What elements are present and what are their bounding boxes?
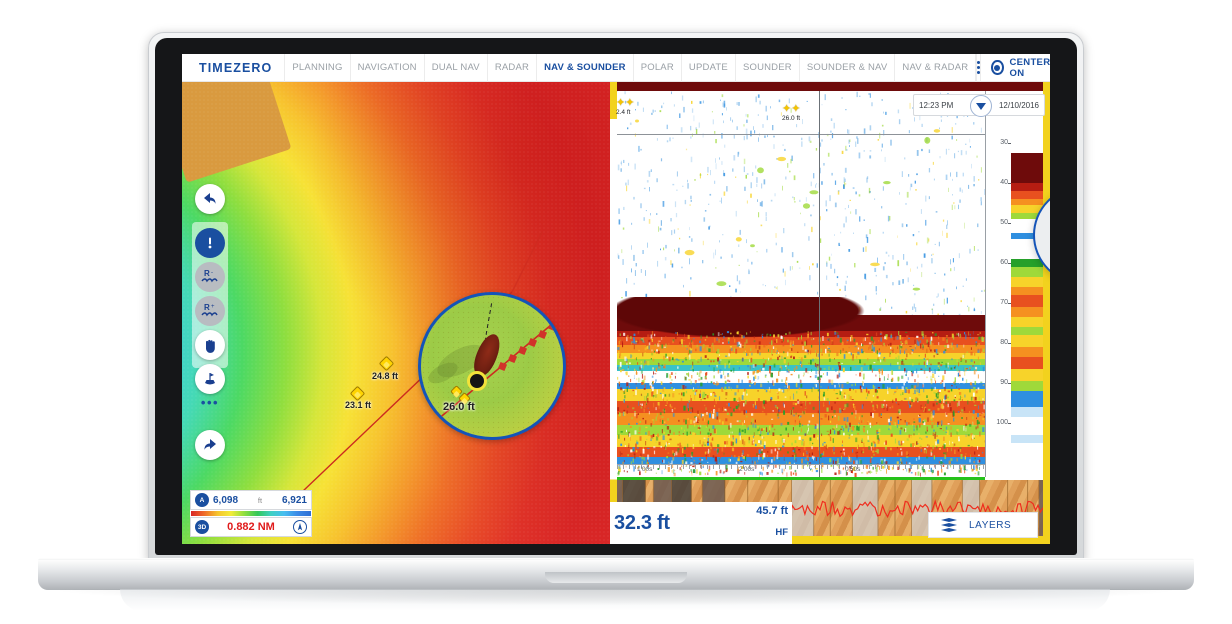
alert-button[interactable] — [195, 228, 225, 258]
depth-tick-50: 50 — [1000, 219, 1011, 226]
sounder-left-border — [610, 82, 617, 544]
center-on-button[interactable]: CENTER ON — [980, 54, 1050, 82]
tab-nav-and-radar[interactable]: NAV & RADAR — [894, 54, 975, 82]
heading-dashes — [497, 321, 558, 372]
app-brand: TIMEZERO — [199, 60, 273, 75]
waypoint-label-2: 24.8 ft — [372, 371, 399, 381]
time-tick-3: 0'50s — [845, 466, 861, 473]
chevron-down-icon[interactable] — [970, 95, 992, 117]
depth-tick-100: 100 — [996, 419, 1011, 426]
sounder-top-border — [610, 82, 1050, 91]
sounder-time-axis: 1'00s 2'00s 0'50s — [617, 464, 985, 477]
app-screen: TIMEZERO PLANNING NAVIGATION DUAL NAV RA… — [182, 54, 1050, 544]
range-icon: A — [195, 493, 209, 507]
laptop-base-notch — [545, 572, 687, 583]
sounder-time: 12:23 PM — [919, 100, 954, 110]
tab-sounder-and-nav[interactable]: SOUNDER & NAV — [798, 54, 895, 82]
main-depth-value: 32.3 ft — [614, 511, 670, 534]
time-tick-2: 2'00s — [739, 466, 755, 473]
tab-navigation[interactable]: NAVIGATION — [349, 54, 424, 82]
radar-minus-icon: R - — [201, 269, 218, 283]
depth-tick-30: 30 — [1000, 139, 1011, 146]
radar-minus-button[interactable]: R - — [195, 262, 225, 292]
back-arrow-button[interactable] — [195, 184, 225, 214]
target-icon — [991, 60, 1004, 75]
tab-radar[interactable]: RADAR — [486, 54, 536, 82]
svg-text:R: R — [204, 303, 210, 312]
fish-mark[interactable]: ✦✦ 2.4 ft — [616, 97, 635, 117]
waypoint-label-3: 26.0 ft — [443, 401, 475, 413]
more-dots-icon[interactable]: ••• — [195, 396, 225, 410]
buoy-icon — [205, 373, 215, 385]
fish-depth-label: 2.4 ft — [616, 109, 631, 116]
map-magnifier-circle[interactable]: 26.0 ft — [418, 292, 566, 440]
layers-stack-icon — [941, 518, 957, 532]
depth-tick-90: 90 — [1000, 379, 1011, 386]
depth-tick-40: 40 — [1000, 179, 1011, 186]
hand-icon — [206, 339, 215, 353]
fish-depth-label: 26.0 ft — [782, 115, 801, 122]
sounder-depth-scale: 20 30 40 50 60 70 80 90 100 — [985, 91, 1011, 477]
tab-polar[interactable]: POLAR — [632, 54, 681, 82]
3d-mode-icon: 3D — [195, 520, 209, 534]
layers-label: LAYERS — [969, 519, 1012, 531]
compass-needle-icon — [297, 523, 303, 531]
radar-plus-icon: R + — [201, 303, 218, 317]
tab-planning[interactable]: PLANNING — [284, 54, 349, 82]
frequency-label: HF — [775, 527, 788, 538]
tab-nav-and-sounder[interactable]: NAV & SOUNDER — [536, 54, 633, 82]
map-pane[interactable]: 23.1 ft 24.8 ft 26.0 ft R - R + ••• A 6,… — [182, 82, 610, 544]
laptop-reflection — [120, 589, 1110, 611]
svg-text:R: R — [204, 269, 210, 278]
depth-tick-60: 60 — [1000, 259, 1011, 266]
radar-plus-button[interactable]: R + — [195, 296, 225, 326]
seabed-scatter — [617, 331, 985, 477]
distance-row: 3D 0.882 NM — [190, 517, 312, 537]
boat-position-marker — [467, 371, 487, 391]
sounder-vertical-cursor[interactable] — [819, 91, 820, 477]
tab-sounder[interactable]: SOUNDER — [734, 54, 799, 82]
depth-color-scale — [190, 510, 312, 517]
depth-readout-panel: 32.3 ft — [610, 502, 730, 544]
screenshot-stage: TIMEZERO PLANNING NAVIGATION DUAL NAV RA… — [0, 0, 1232, 624]
sounder-horizontal-guide — [617, 134, 985, 135]
sounder-timestamp-bar[interactable]: 12:23 PM 12/10/2016 — [913, 94, 1045, 117]
seabed-return — [617, 297, 985, 477]
distance-value: 0.882 NM — [227, 521, 275, 533]
exclamation-icon — [208, 237, 212, 249]
tab-update[interactable]: UPDATE — [680, 54, 735, 82]
depth-range-row: A 6,098 ft 6,921 — [190, 490, 312, 510]
center-on-label: CENTER ON — [1009, 56, 1051, 79]
secondary-depth-value: 45.7 ft — [756, 505, 788, 517]
buoy-button[interactable] — [195, 364, 225, 394]
sounder-pane[interactable]: 1'00s 2'00s 0'50s 20 30 40 50 60 70 80 9… — [610, 82, 1050, 544]
depth-tick-80: 80 — [1000, 339, 1011, 346]
depth-unit-label: ft — [257, 495, 263, 505]
map-status-panel: A 6,098 ft 6,921 3D 0.882 NM — [190, 490, 312, 537]
depth-tick-70: 70 — [1000, 299, 1011, 306]
sounder-date: 12/10/2016 — [998, 100, 1039, 110]
depth-max-value: 6,921 — [281, 494, 307, 506]
svg-text:-: - — [211, 270, 213, 276]
time-tick-1: 1'00s — [637, 466, 653, 473]
depth-min-value: 6,098 — [213, 494, 239, 506]
sounder-right-border — [1043, 82, 1050, 544]
tab-dual-nav[interactable]: DUAL NAV — [423, 54, 487, 82]
compass-icon[interactable] — [292, 520, 307, 534]
secondary-readout-panel: 45.7 ft HF — [730, 502, 792, 544]
fish-icon: ✦✦ — [616, 97, 635, 109]
app-toolbar: TIMEZERO PLANNING NAVIGATION DUAL NAV RA… — [182, 54, 1050, 82]
fish-icon: ✦✦ — [782, 103, 801, 115]
pan-hand-button[interactable] — [195, 330, 225, 360]
map-tool-rail: R - R + ••• — [192, 184, 228, 464]
forward-arrow-button[interactable] — [195, 430, 225, 460]
svg-text:+: + — [211, 304, 215, 310]
arrow-back-icon — [204, 193, 216, 204]
layers-button[interactable]: LAYERS — [928, 512, 1038, 538]
fish-mark[interactable]: ✦✦ 26.0 ft — [782, 103, 801, 123]
waypoint-label-1: 23.1 ft — [345, 400, 372, 410]
sounder-color-legend — [1011, 91, 1043, 477]
arrow-forward-icon — [204, 439, 216, 450]
